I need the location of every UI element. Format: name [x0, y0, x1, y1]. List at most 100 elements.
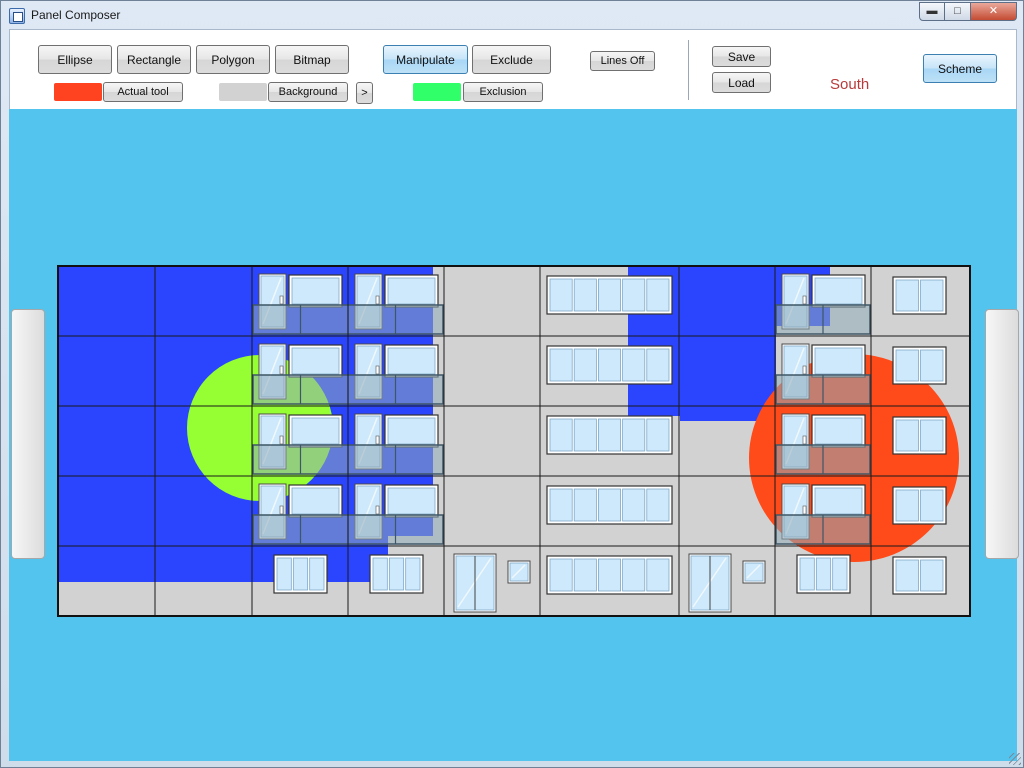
window-pane [814, 347, 863, 375]
window-pane [920, 559, 944, 592]
window-pane [646, 278, 670, 312]
window-pane [387, 277, 436, 305]
window-pane [799, 557, 815, 591]
window-pane [622, 418, 646, 452]
window-pane [372, 557, 388, 591]
polygon-tool-button[interactable]: Polygon [196, 45, 270, 74]
lines-toggle-button[interactable]: Lines Off [590, 51, 655, 71]
left-splitter-handle[interactable] [11, 309, 45, 559]
door-handle-icon [802, 365, 807, 375]
door-handle-icon [375, 505, 380, 515]
door-handle-icon [375, 435, 380, 445]
door-handle-icon [802, 295, 807, 305]
next-background-button[interactable]: > [356, 82, 373, 104]
window-pane [895, 559, 919, 592]
window-pane [622, 348, 646, 382]
window-pane [387, 487, 436, 515]
resize-grip-icon[interactable] [1009, 753, 1021, 765]
window-pane [291, 277, 340, 305]
title-bar[interactable]: Panel Composer ▬ □ ✕ [1, 1, 1023, 29]
facade-panel[interactable] [57, 265, 971, 617]
exclusion-swatch[interactable] [413, 83, 461, 101]
app-icon [9, 8, 25, 24]
window-pane [895, 349, 919, 382]
window-pane [622, 278, 646, 312]
window-controls: ▬ □ ✕ [919, 2, 1017, 21]
window-pane [646, 488, 670, 522]
save-button[interactable]: Save [712, 46, 771, 67]
window-pane [622, 488, 646, 522]
window-title: Panel Composer [31, 8, 121, 22]
window-pane [814, 487, 863, 515]
background-swatch[interactable] [219, 83, 267, 101]
drawing-canvas[interactable] [9, 109, 1019, 761]
window-pane [387, 347, 436, 375]
load-button[interactable]: Load [712, 72, 771, 93]
window-pane [276, 557, 292, 591]
app-window: Panel Composer ▬ □ ✕ Ellipse Rectangle P… [0, 0, 1024, 768]
door-handle-icon [279, 505, 284, 515]
window-pane [291, 487, 340, 515]
window-pane [920, 419, 944, 452]
window-pane [573, 488, 597, 522]
window-pane [291, 347, 340, 375]
orientation-label: South [830, 76, 870, 93]
window-pane [598, 348, 622, 382]
ellipse-tool-button[interactable]: Ellipse [38, 45, 112, 74]
window-pane [549, 558, 573, 592]
window-pane [920, 279, 944, 312]
door-handle-icon [802, 505, 807, 515]
window-pane [292, 557, 309, 591]
close-icon[interactable]: ✕ [971, 2, 1017, 21]
door-handle-icon [802, 435, 807, 445]
window-pane [388, 557, 405, 591]
window-pane [598, 488, 622, 522]
door-handle-icon [375, 365, 380, 375]
toolbar-separator [688, 40, 689, 100]
window-pane [646, 558, 670, 592]
window-pane [573, 278, 597, 312]
window-pane [549, 278, 573, 312]
window-pane [549, 488, 573, 522]
window-pane [573, 418, 597, 452]
window-pane [573, 558, 597, 592]
right-splitter-handle[interactable] [985, 309, 1019, 559]
window-pane [920, 489, 944, 522]
exclusion-button[interactable]: Exclusion [463, 82, 543, 102]
window-pane [895, 489, 919, 522]
window-pane [815, 557, 832, 591]
window-pane [309, 557, 325, 591]
window-pane [814, 277, 863, 305]
door-handle-icon [375, 295, 380, 305]
scheme-button[interactable]: Scheme [923, 54, 997, 83]
window-pane [895, 419, 919, 452]
door-handle-icon [279, 295, 284, 305]
blue-fill-region [680, 266, 776, 421]
maximize-icon[interactable]: □ [945, 2, 971, 21]
window-pane [387, 417, 436, 445]
background-button[interactable]: Background [268, 82, 348, 102]
window-pane [549, 348, 573, 382]
exclude-button[interactable]: Exclude [472, 45, 551, 74]
window-pane [832, 557, 848, 591]
actual-tool-swatch[interactable] [54, 83, 102, 101]
window-pane [622, 558, 646, 592]
actual-tool-button[interactable]: Actual tool [103, 82, 183, 102]
window-pane [646, 348, 670, 382]
minimize-icon[interactable]: ▬ [919, 2, 945, 21]
window-pane [598, 418, 622, 452]
window-pane [814, 417, 863, 445]
window-pane [291, 417, 340, 445]
rectangle-tool-button[interactable]: Rectangle [117, 45, 191, 74]
window-pane [598, 278, 622, 312]
toolbar: Ellipse Rectangle Polygon Bitmap Manipul… [9, 29, 1017, 109]
window-pane [920, 349, 944, 382]
door-handle-icon [279, 435, 284, 445]
window-pane [895, 279, 919, 312]
manipulate-button[interactable]: Manipulate [383, 45, 468, 74]
window-pane [646, 418, 670, 452]
bitmap-tool-button[interactable]: Bitmap [275, 45, 349, 74]
window-pane [549, 418, 573, 452]
window-pane [573, 348, 597, 382]
window-pane [405, 557, 421, 591]
